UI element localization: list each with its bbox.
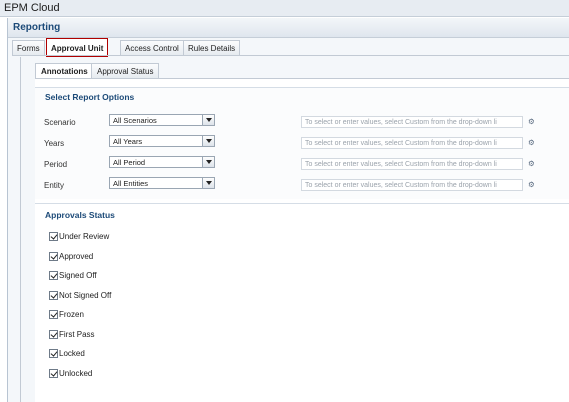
entity-hint: To select or enter values, select Custom… bbox=[305, 182, 497, 189]
signed-off-checkbox[interactable] bbox=[49, 271, 58, 280]
member-selector-icon[interactable]: ⚙ bbox=[528, 138, 540, 148]
years-value: All Years bbox=[113, 137, 143, 146]
member-selector-icon[interactable]: ⚙ bbox=[528, 180, 540, 190]
scenario-value: All Scenarios bbox=[113, 116, 157, 125]
entity-select[interactable]: All Entities bbox=[109, 177, 215, 189]
first-pass-checkbox[interactable] bbox=[49, 330, 58, 339]
years-select[interactable]: All Years bbox=[109, 135, 215, 147]
years-label: Years bbox=[44, 139, 65, 148]
tab-divider bbox=[12, 55, 569, 56]
approval-unit-content: Annotations Approval Status Select Repor… bbox=[20, 57, 569, 402]
report-options-title: Select Report Options bbox=[45, 92, 135, 102]
under-review-label: Under Review bbox=[59, 232, 110, 241]
report-options-section: Select Report Options Scenario All Scena… bbox=[35, 87, 569, 199]
locked-label: Locked bbox=[59, 349, 85, 358]
chevron-down-icon[interactable] bbox=[202, 115, 214, 125]
scenario-custom-field[interactable]: To select or enter values, select Custom… bbox=[301, 116, 523, 128]
period-select[interactable]: All Period bbox=[109, 156, 215, 168]
scenario-select[interactable]: All Scenarios bbox=[109, 114, 215, 126]
chevron-down-icon[interactable] bbox=[202, 178, 214, 188]
first-pass-label: First Pass bbox=[59, 330, 95, 339]
tab-annotations[interactable]: Annotations bbox=[35, 63, 94, 79]
years-custom-field[interactable]: To select or enter values, select Custom… bbox=[301, 137, 523, 149]
panel-title: Reporting bbox=[13, 22, 61, 33]
entity-custom-field[interactable]: To select or enter values, select Custom… bbox=[301, 179, 523, 191]
years-hint: To select or enter values, select Custom… bbox=[305, 140, 497, 147]
member-selector-icon[interactable]: ⚙ bbox=[528, 159, 540, 169]
chevron-down-icon[interactable] bbox=[202, 157, 214, 167]
period-hint: To select or enter values, select Custom… bbox=[305, 161, 497, 168]
entity-value: All Entities bbox=[113, 179, 149, 188]
period-value: All Period bbox=[113, 158, 146, 167]
reporting-panel: Reporting Forms Approval Unit Access Con… bbox=[7, 18, 569, 402]
chevron-down-icon[interactable] bbox=[202, 136, 214, 146]
approvals-status-section: Approvals Status Under Review Approved S… bbox=[35, 203, 569, 402]
unlocked-checkbox[interactable] bbox=[49, 369, 58, 378]
scenario-hint: To select or enter values, select Custom… bbox=[305, 119, 497, 126]
unlocked-label: Unlocked bbox=[59, 369, 93, 378]
tab-rules-details[interactable]: Rules Details bbox=[183, 40, 241, 56]
approved-label: Approved bbox=[59, 252, 94, 261]
not-signed-off-checkbox[interactable] bbox=[49, 291, 58, 300]
entity-label: Entity bbox=[44, 181, 65, 190]
approved-checkbox[interactable] bbox=[49, 252, 58, 261]
tab-approval-status[interactable]: Approval Status bbox=[91, 63, 160, 79]
frozen-checkbox[interactable] bbox=[49, 310, 58, 319]
frozen-label: Frozen bbox=[59, 310, 84, 319]
member-selector-icon[interactable]: ⚙ bbox=[528, 117, 540, 127]
annotations-panel: Select Report Options Scenario All Scena… bbox=[35, 79, 569, 402]
locked-checkbox[interactable] bbox=[49, 349, 58, 358]
period-label: Period bbox=[44, 160, 68, 169]
signed-off-label: Signed Off bbox=[59, 271, 97, 280]
panel-header: Reporting bbox=[8, 18, 569, 38]
approvals-status-title: Approvals Status bbox=[45, 210, 115, 220]
tab-access-control[interactable]: Access Control bbox=[120, 40, 184, 56]
window-title: EPM Cloud bbox=[4, 2, 60, 14]
under-review-checkbox[interactable] bbox=[49, 232, 58, 241]
period-custom-field[interactable]: To select or enter values, select Custom… bbox=[301, 158, 523, 170]
window-titlebar: EPM Cloud bbox=[0, 0, 569, 17]
scenario-label: Scenario bbox=[44, 118, 76, 127]
tab-forms[interactable]: Forms bbox=[12, 40, 45, 56]
not-signed-off-label: Not Signed Off bbox=[59, 291, 112, 300]
